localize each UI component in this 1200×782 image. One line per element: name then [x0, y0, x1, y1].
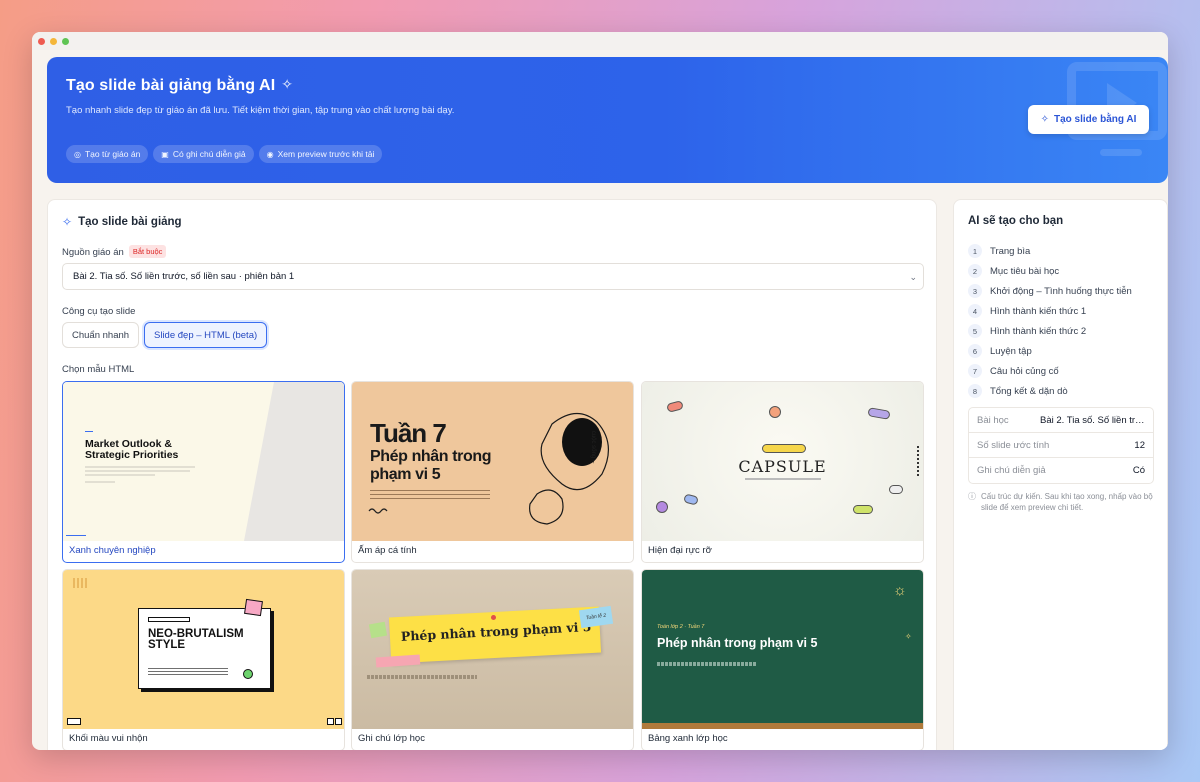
- list-item: 2 Mục tiêu bài học: [968, 261, 1158, 281]
- template-card-classroom-notes[interactable]: Phép nhân trong phạm vi 5 Tuần lễ 2 Ghi …: [351, 569, 634, 750]
- info-icon: ⓘ: [968, 492, 976, 501]
- maximize-window-button[interactable]: [62, 37, 69, 45]
- tool-option-standard[interactable]: Chuẩn nhanh: [62, 322, 140, 348]
- template-label: Chọn mẫu HTML: [62, 364, 135, 375]
- screen-stand-decoration: [1100, 149, 1142, 156]
- preview-sidebar: AI sẽ tạo cho bạn 1 Trang bìa 2 Mục tiêu b…: [953, 199, 1168, 750]
- preview-subtitle: Phép nhân trong phạm vi 5: [370, 448, 492, 483]
- preview-tag: Toán lớp 2 · Tuần 7: [657, 624, 705, 630]
- template-name: Hiện đại rực rỡ: [648, 545, 712, 556]
- template-name: Bảng xanh lớp học: [648, 733, 728, 744]
- sparkle-icon: ✧: [1040, 114, 1049, 125]
- preview-title: CAPSULE: [738, 457, 827, 476]
- tool-label: Công cụ tạo slide: [62, 306, 136, 317]
- note-icon: ▣: [161, 149, 169, 159]
- chevron-down-icon: ⌄: [909, 272, 917, 282]
- page-description: Tạo nhanh slide đẹp từ giáo án đã lưu. T…: [66, 105, 455, 116]
- sun-icon: ☼: [893, 582, 907, 599]
- create-form-panel: ✧ Tạo slide bài giảng Nguồn giáo án Bắt bu…: [47, 199, 937, 750]
- preview-title: Phép nhân trong phạm vi 5: [400, 618, 592, 644]
- summary-table: Bài họcBài 2. Tia số. Số liền trước, số …: [968, 407, 1154, 484]
- create-slides-button[interactable]: ✧ Tạo slide bằng AI: [1028, 105, 1149, 134]
- title-bar: [32, 32, 1168, 50]
- preview-title: Tuần 7: [370, 418, 447, 448]
- template-name: Khối màu vui nhộn: [69, 733, 148, 744]
- list-item: 3 Khởi động – Tình huống thực tiễn: [968, 281, 1158, 301]
- document-icon: ◎: [74, 149, 81, 159]
- feature-chip-preview: ◉ Xem preview trước khi tải: [258, 145, 383, 163]
- table-row: Bài họcBài 2. Tia số. Số liền trước, số …: [969, 408, 1153, 433]
- preview-title: NEO-BRUTALISM STYLE: [148, 628, 244, 651]
- template-preview: Tuần 7 Phép nhân trong phạm vi 5 cuộc số…: [352, 382, 633, 541]
- list-item: 7 Câu hỏi củng cố: [968, 361, 1158, 381]
- step-list: 1 Trang bìa 2 Mục tiêu bài học 3 Khởi động …: [968, 241, 1158, 401]
- template-card-green-chalkboard[interactable]: Toán lớp 2 · Tuần 7 Phép nhân trong phạm…: [641, 569, 924, 750]
- preview-title: Market Outlook & Strategic Priorities: [85, 438, 179, 461]
- template-card-professional-blue[interactable]: Market Outlook & Strategic Priorities Xa…: [62, 381, 345, 563]
- page-title: Tạo slide bài giảng bằng AI ✧: [66, 76, 294, 94]
- list-item: 5 Hình thành kiến thức 2: [968, 321, 1158, 341]
- tool-option-html-beta[interactable]: Slide đẹp – HTML (beta): [144, 322, 268, 348]
- template-name: Ấm áp cá tính: [358, 545, 417, 556]
- sidebar-title: AI sẽ tạo cho bạn: [968, 215, 1064, 227]
- app-window: Tạo slide bài giảng bằng AI ✧ Tạo nhanh s…: [32, 32, 1168, 750]
- source-label: Nguồn giáo án Bắt buộc: [62, 245, 167, 258]
- squiggle-decoration: [368, 508, 388, 514]
- hero-banner: Tạo slide bài giảng bằng AI ✧ Tạo nhanh s…: [47, 57, 1168, 183]
- template-name: Xanh chuyên nghiệp: [69, 545, 156, 556]
- feature-chip-speaker-notes: ▣ Có ghi chú diễn giả: [153, 145, 254, 163]
- template-name: Ghi chú lớp học: [358, 733, 425, 744]
- template-card-playful-blocks[interactable]: NEO-BRUTALISM STYLE Khối màu vui nhộn: [62, 569, 345, 750]
- blob-decoration: [529, 412, 609, 525]
- sidebar-footnote: ⓘ Cấu trúc dự kiến. Sau khi tạo xong, nhấ…: [968, 492, 1153, 512]
- template-card-warm-personality[interactable]: Tuần 7 Phép nhân trong phạm vi 5 cuộc số…: [351, 381, 634, 563]
- minimize-window-button[interactable]: [50, 37, 57, 45]
- template-preview: CAPSULE: [642, 382, 923, 541]
- side-caption: cuộc sống –: [590, 430, 597, 464]
- sparkle-icon: ✧: [62, 215, 73, 229]
- lesson-plan-select[interactable]: Bài 2. Tia số. Số liền trước, số liền sa…: [62, 263, 924, 290]
- list-item: 1 Trang bìa: [968, 241, 1158, 261]
- template-card-modern-vibrant[interactable]: CAPSULE Hiện đại rực rỡ: [641, 381, 924, 563]
- template-preview: NEO-BRUTALISM STYLE: [63, 570, 344, 729]
- list-item: 4 Hình thành kiến thức 1: [968, 301, 1158, 321]
- eye-icon: ◉: [266, 149, 274, 159]
- close-window-button[interactable]: [38, 37, 45, 45]
- preview-title: Phép nhân trong phạm vi 5: [657, 636, 818, 650]
- template-preview: Phép nhân trong phạm vi 5 Tuần lễ 2: [352, 570, 633, 729]
- sticky-tag: Tuần lễ 2: [578, 605, 614, 629]
- preview-card: NEO-BRUTALISM STYLE: [138, 598, 271, 689]
- template-preview: Toán lớp 2 · Tuần 7 Phép nhân trong phạm…: [642, 570, 923, 729]
- form-title: ✧ Tạo slide bài giảng: [62, 215, 182, 229]
- list-item: 8 Tổng kết & dặn dò: [968, 381, 1158, 401]
- feature-chips: ◎ Tạo từ giáo án ▣ Có ghi chú diễn giả ◉ Xe…: [66, 145, 383, 163]
- required-badge: Bắt buộc: [128, 245, 167, 258]
- sparkle-icon: ✧: [281, 76, 294, 92]
- table-row: Số slide ước tính 12: [969, 433, 1153, 458]
- template-preview: Market Outlook & Strategic Priorities: [63, 382, 344, 541]
- sparkle-icon: ✧: [905, 632, 912, 641]
- feature-chip-from-plan: ◎ Tạo từ giáo án: [66, 145, 149, 163]
- table-row: Ghi chú diễn giả Có: [977, 465, 1145, 476]
- list-item: 6 Luyện tập: [968, 341, 1158, 361]
